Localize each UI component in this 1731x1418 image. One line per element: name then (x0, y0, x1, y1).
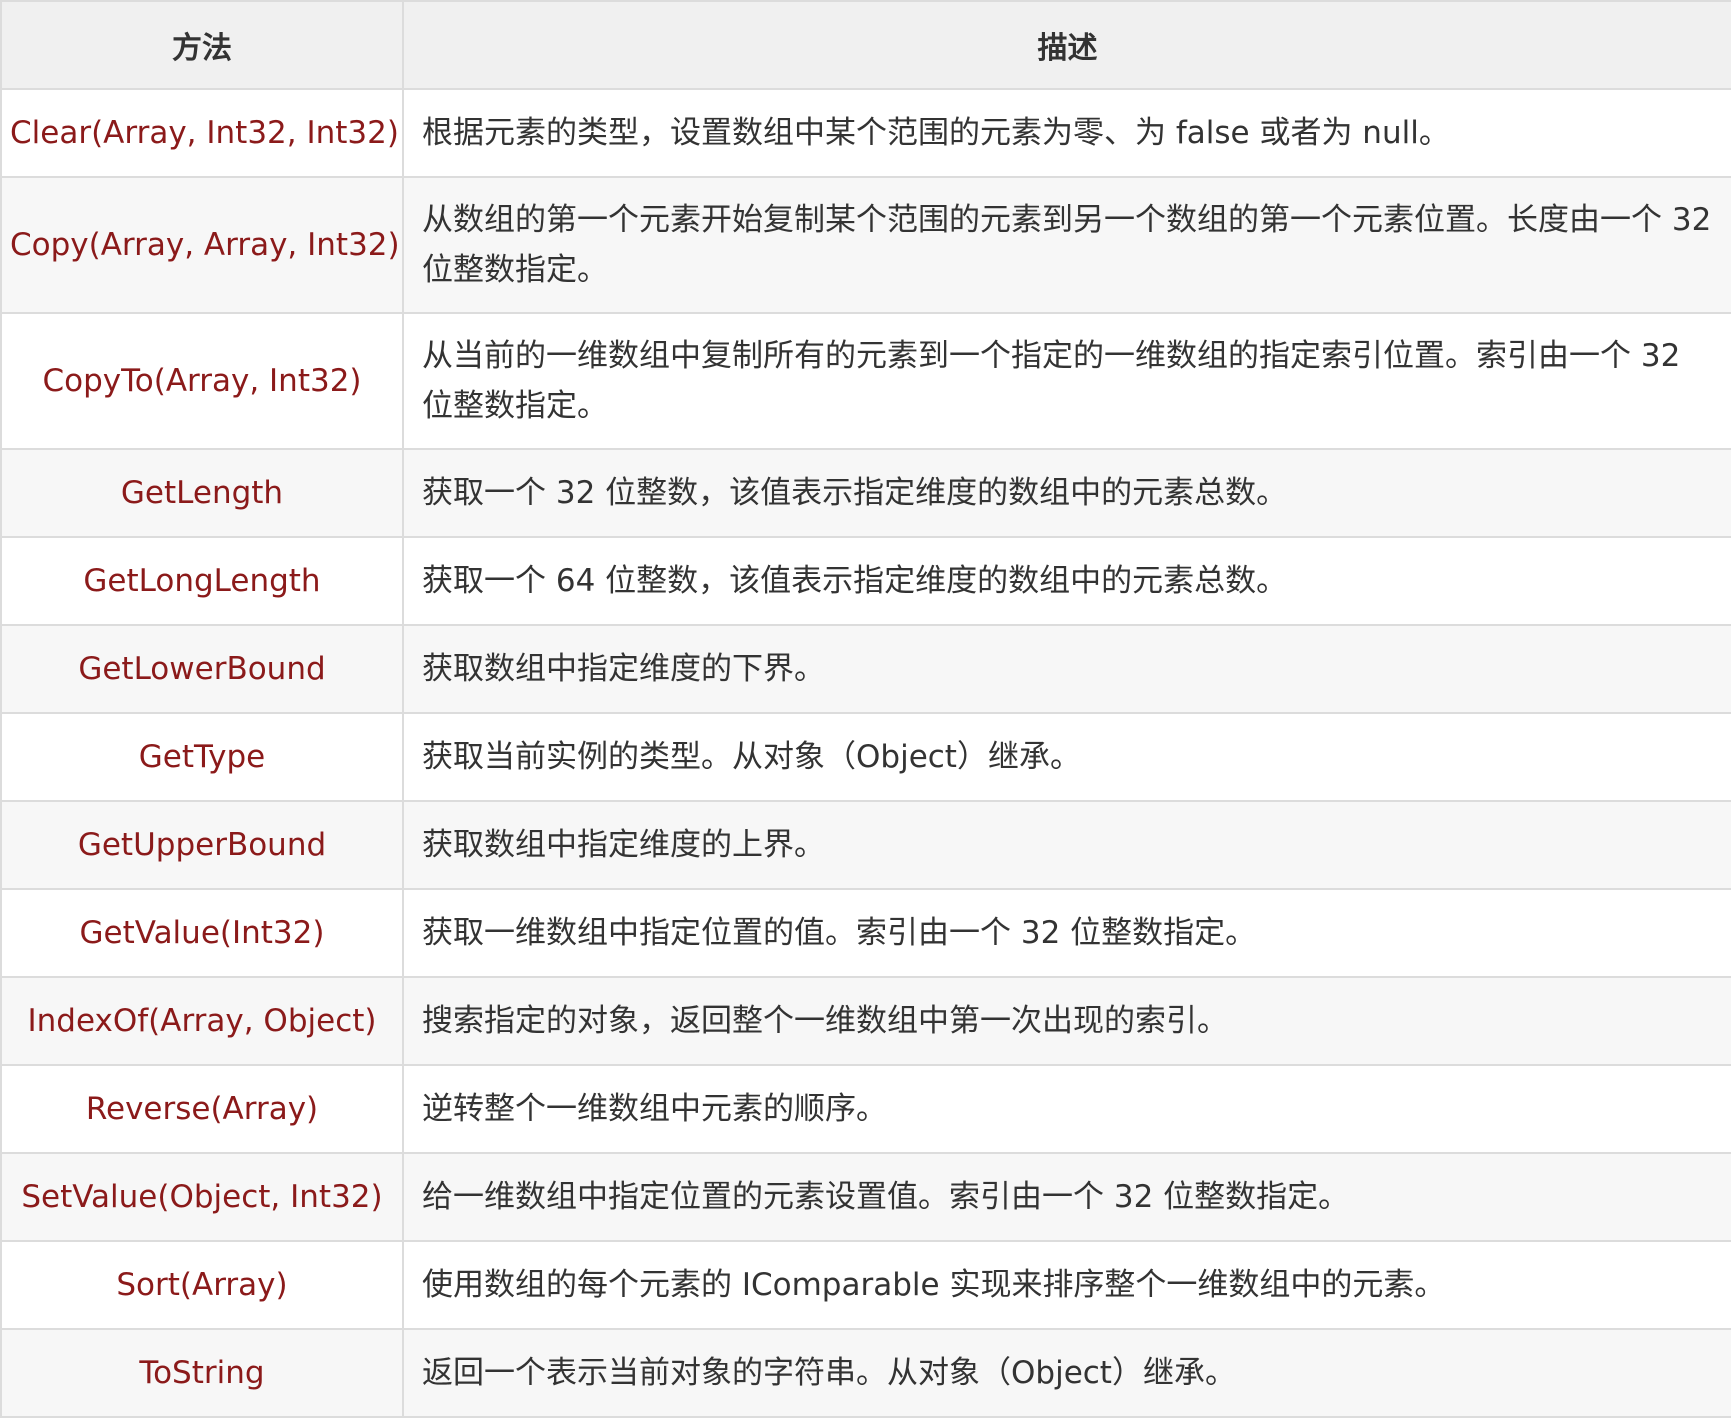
method-description: 使用数组的每个元素的 IComparable 实现来排序整个一维数组中的元素。 (402, 1240, 1731, 1330)
method-description: 给一维数组中指定位置的元素设置值。索引由一个 32 位整数指定。 (402, 1152, 1731, 1242)
method-link[interactable]: Clear(Array, Int32, Int32) (0, 88, 404, 178)
table-header: 方法 描述 (0, 0, 1731, 90)
table-body: Clear(Array, Int32, Int32) 根据元素的类型，设置数组中… (0, 88, 1731, 1418)
method-link[interactable]: GetLength (0, 448, 404, 538)
methods-table: 方法 描述 Clear(Array, Int32, Int32) 根据元素的类型… (0, 0, 1731, 1418)
method-link[interactable]: GetLongLength (0, 536, 404, 626)
method-description: 获取数组中指定维度的上界。 (402, 800, 1731, 890)
table-row: GetValue(Int32) 获取一维数组中指定位置的值。索引由一个 32 位… (0, 888, 1731, 978)
method-link[interactable]: Reverse(Array) (0, 1064, 404, 1154)
method-link[interactable]: Copy(Array, Array, Int32) (0, 176, 404, 314)
table-row: GetUpperBound 获取数组中指定维度的上界。 (0, 800, 1731, 890)
method-description: 从数组的第一个元素开始复制某个范围的元素到另一个数组的第一个元素位置。长度由一个… (402, 176, 1731, 314)
method-link[interactable]: GetUpperBound (0, 800, 404, 890)
table-row: Reverse(Array) 逆转整个一维数组中元素的顺序。 (0, 1064, 1731, 1154)
method-link[interactable]: GetValue(Int32) (0, 888, 404, 978)
method-link[interactable]: GetLowerBound (0, 624, 404, 714)
table-row: GetLength 获取一个 32 位整数，该值表示指定维度的数组中的元素总数。 (0, 448, 1731, 538)
header-row: 方法 描述 (0, 0, 1731, 90)
table-row: ToString 返回一个表示当前对象的字符串。从对象（Object）继承。 (0, 1328, 1731, 1418)
table-row: GetLongLength 获取一个 64 位整数，该值表示指定维度的数组中的元… (0, 536, 1731, 626)
method-description: 搜索指定的对象，返回整个一维数组中第一次出现的索引。 (402, 976, 1731, 1066)
method-link[interactable]: ToString (0, 1328, 404, 1418)
column-header-description: 描述 (402, 0, 1731, 90)
table-row: Clear(Array, Int32, Int32) 根据元素的类型，设置数组中… (0, 88, 1731, 178)
method-description: 从当前的一维数组中复制所有的元素到一个指定的一维数组的指定索引位置。索引由一个 … (402, 312, 1731, 450)
table-row: IndexOf(Array, Object) 搜索指定的对象，返回整个一维数组中… (0, 976, 1731, 1066)
table-row: GetType 获取当前实例的类型。从对象（Object）继承。 (0, 712, 1731, 802)
table-row: CopyTo(Array, Int32) 从当前的一维数组中复制所有的元素到一个… (0, 312, 1731, 450)
table-row: SetValue(Object, Int32) 给一维数组中指定位置的元素设置值… (0, 1152, 1731, 1242)
method-description: 获取一维数组中指定位置的值。索引由一个 32 位整数指定。 (402, 888, 1731, 978)
method-link[interactable]: CopyTo(Array, Int32) (0, 312, 404, 450)
method-link[interactable]: SetValue(Object, Int32) (0, 1152, 404, 1242)
method-description: 逆转整个一维数组中元素的顺序。 (402, 1064, 1731, 1154)
method-link[interactable]: Sort(Array) (0, 1240, 404, 1330)
table-row: Sort(Array) 使用数组的每个元素的 IComparable 实现来排序… (0, 1240, 1731, 1330)
method-description: 返回一个表示当前对象的字符串。从对象（Object）继承。 (402, 1328, 1731, 1418)
method-description: 根据元素的类型，设置数组中某个范围的元素为零、为 false 或者为 null。 (402, 88, 1731, 178)
method-description: 获取当前实例的类型。从对象（Object）继承。 (402, 712, 1731, 802)
method-description: 获取一个 32 位整数，该值表示指定维度的数组中的元素总数。 (402, 448, 1731, 538)
method-link[interactable]: GetType (0, 712, 404, 802)
table-row: GetLowerBound 获取数组中指定维度的下界。 (0, 624, 1731, 714)
method-link[interactable]: IndexOf(Array, Object) (0, 976, 404, 1066)
table-row: Copy(Array, Array, Int32) 从数组的第一个元素开始复制某… (0, 176, 1731, 314)
method-description: 获取一个 64 位整数，该值表示指定维度的数组中的元素总数。 (402, 536, 1731, 626)
method-description: 获取数组中指定维度的下界。 (402, 624, 1731, 714)
column-header-method: 方法 (0, 0, 404, 90)
